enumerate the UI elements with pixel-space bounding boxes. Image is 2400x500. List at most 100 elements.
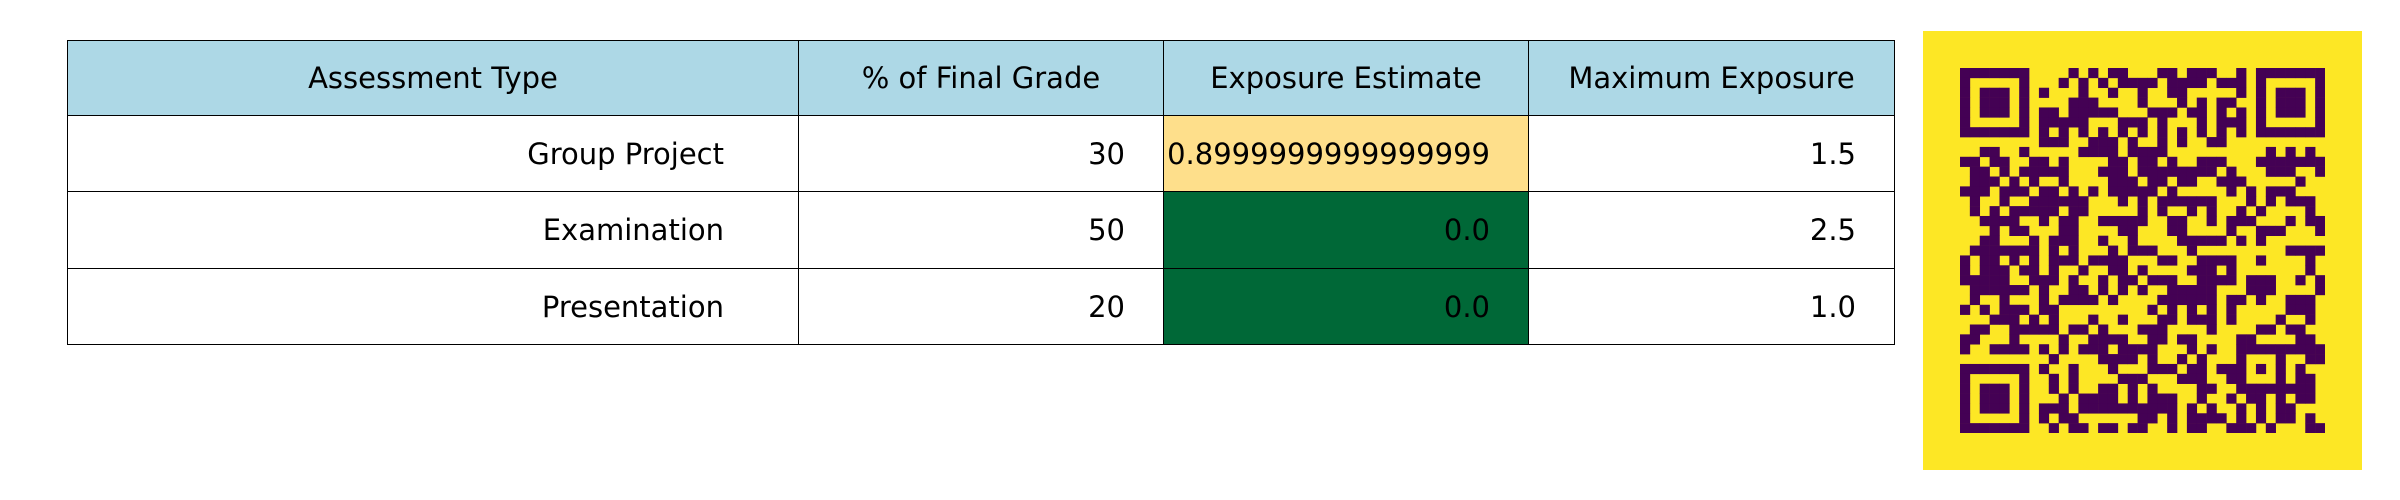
qr-module [2295, 156, 2306, 167]
qr-module [2117, 275, 2128, 286]
qr-module [2058, 166, 2069, 177]
qr-module [2255, 344, 2267, 355]
qr-module [2305, 423, 2316, 433]
qr-module [2157, 117, 2168, 128]
qr-module [2107, 354, 2119, 365]
qr-module [2117, 285, 2128, 296]
qr-module [2236, 117, 2247, 128]
qr-module [2157, 314, 2168, 325]
qr-module [2226, 77, 2237, 89]
qr-module [2088, 294, 2099, 306]
qr-module [2127, 383, 2138, 394]
qr-module [2206, 344, 2217, 355]
qr-module [2048, 137, 2059, 148]
qr-module [2255, 97, 2267, 108]
qr-module [1999, 196, 2010, 207]
qr-module [2196, 363, 2207, 375]
qr-module [2127, 344, 2138, 355]
qr-module [2167, 314, 2178, 325]
qr-module [2196, 77, 2207, 89]
qr-module [2147, 324, 2158, 335]
qr-module [2255, 294, 2267, 306]
qr-module [2206, 235, 2217, 246]
qr-module [2058, 344, 2069, 355]
qr-module [1969, 166, 1981, 177]
qr-module [2117, 77, 2128, 89]
qr-module [2019, 304, 2030, 315]
qr-module [2206, 383, 2217, 394]
qr-module [2196, 314, 2207, 325]
qr-module [2305, 344, 2316, 355]
qr-module [2305, 68, 2316, 79]
qr-module [2137, 206, 2148, 217]
qr-module [2196, 393, 2207, 404]
qr-module [2068, 196, 2079, 207]
qr-module [2058, 117, 2069, 128]
qr-module [1999, 97, 2010, 108]
qr-module [2048, 196, 2059, 207]
cell-value: Presentation [541, 289, 724, 324]
qr-module [2275, 225, 2286, 236]
qr-module [2117, 215, 2128, 227]
qr-module [2068, 186, 2079, 197]
qr-module [2295, 294, 2306, 306]
qr-module [2315, 245, 2325, 256]
qr-module [2186, 166, 2198, 177]
qr-module [2038, 156, 2050, 167]
qr-module [2098, 235, 2109, 246]
qr-module [2285, 304, 2296, 315]
qr-module [2236, 373, 2247, 384]
qr-module [2305, 383, 2316, 394]
qr-module [2216, 97, 2227, 108]
qr-module [2177, 294, 2188, 306]
cell-value: 1.5 [1809, 136, 1856, 171]
qr-module [2177, 137, 2188, 148]
qr-module [2058, 176, 2069, 187]
qr-module [2265, 186, 2276, 197]
qr-module [1989, 68, 2000, 79]
qr-module [2127, 225, 2138, 236]
qr-module [2236, 334, 2247, 345]
qr-module [2186, 285, 2198, 296]
qr-module [2068, 117, 2079, 128]
qr-module [2275, 166, 2286, 177]
qr-module [2009, 363, 2020, 375]
qr-module [2088, 107, 2099, 118]
qr-module [2019, 77, 2030, 89]
qr-module [2275, 373, 2286, 384]
qr-module [2216, 176, 2227, 187]
qr-module [2019, 245, 2030, 256]
qr-module [2009, 423, 2020, 433]
qr-module [1979, 324, 1990, 335]
qr-module [1979, 265, 1990, 276]
qr-module [2048, 117, 2059, 128]
qr-module [2029, 275, 2040, 286]
qr-module [2147, 363, 2158, 375]
qr-module [2147, 344, 2158, 355]
qr-module [2295, 107, 2306, 118]
qr-module [2196, 265, 2207, 276]
qr-module [2295, 363, 2306, 375]
qr-module [2029, 176, 2040, 187]
qr-module [1989, 363, 2000, 375]
qr-module [2236, 87, 2247, 98]
qr-module [2216, 363, 2227, 375]
qr-module [2186, 363, 2198, 375]
qr-module [2167, 77, 2178, 89]
qr-module [2137, 87, 2148, 98]
qr-module [1960, 423, 1971, 433]
qr-module [2127, 393, 2138, 404]
qr-module [2019, 127, 2030, 138]
cell-value: 0.0 [1443, 289, 1490, 324]
qr-module [2285, 383, 2296, 394]
qr-module [2275, 314, 2286, 325]
qr-module [2295, 373, 2306, 384]
qr-module [2019, 285, 2030, 296]
qr-module [2078, 294, 2089, 306]
qr-module [2098, 127, 2109, 138]
qr-module [2117, 156, 2128, 167]
table-cell: 0.8999999999999999 [1163, 115, 1529, 192]
qr-module [2177, 196, 2188, 207]
qr-module [2147, 245, 2158, 256]
qr-module [2315, 275, 2325, 286]
